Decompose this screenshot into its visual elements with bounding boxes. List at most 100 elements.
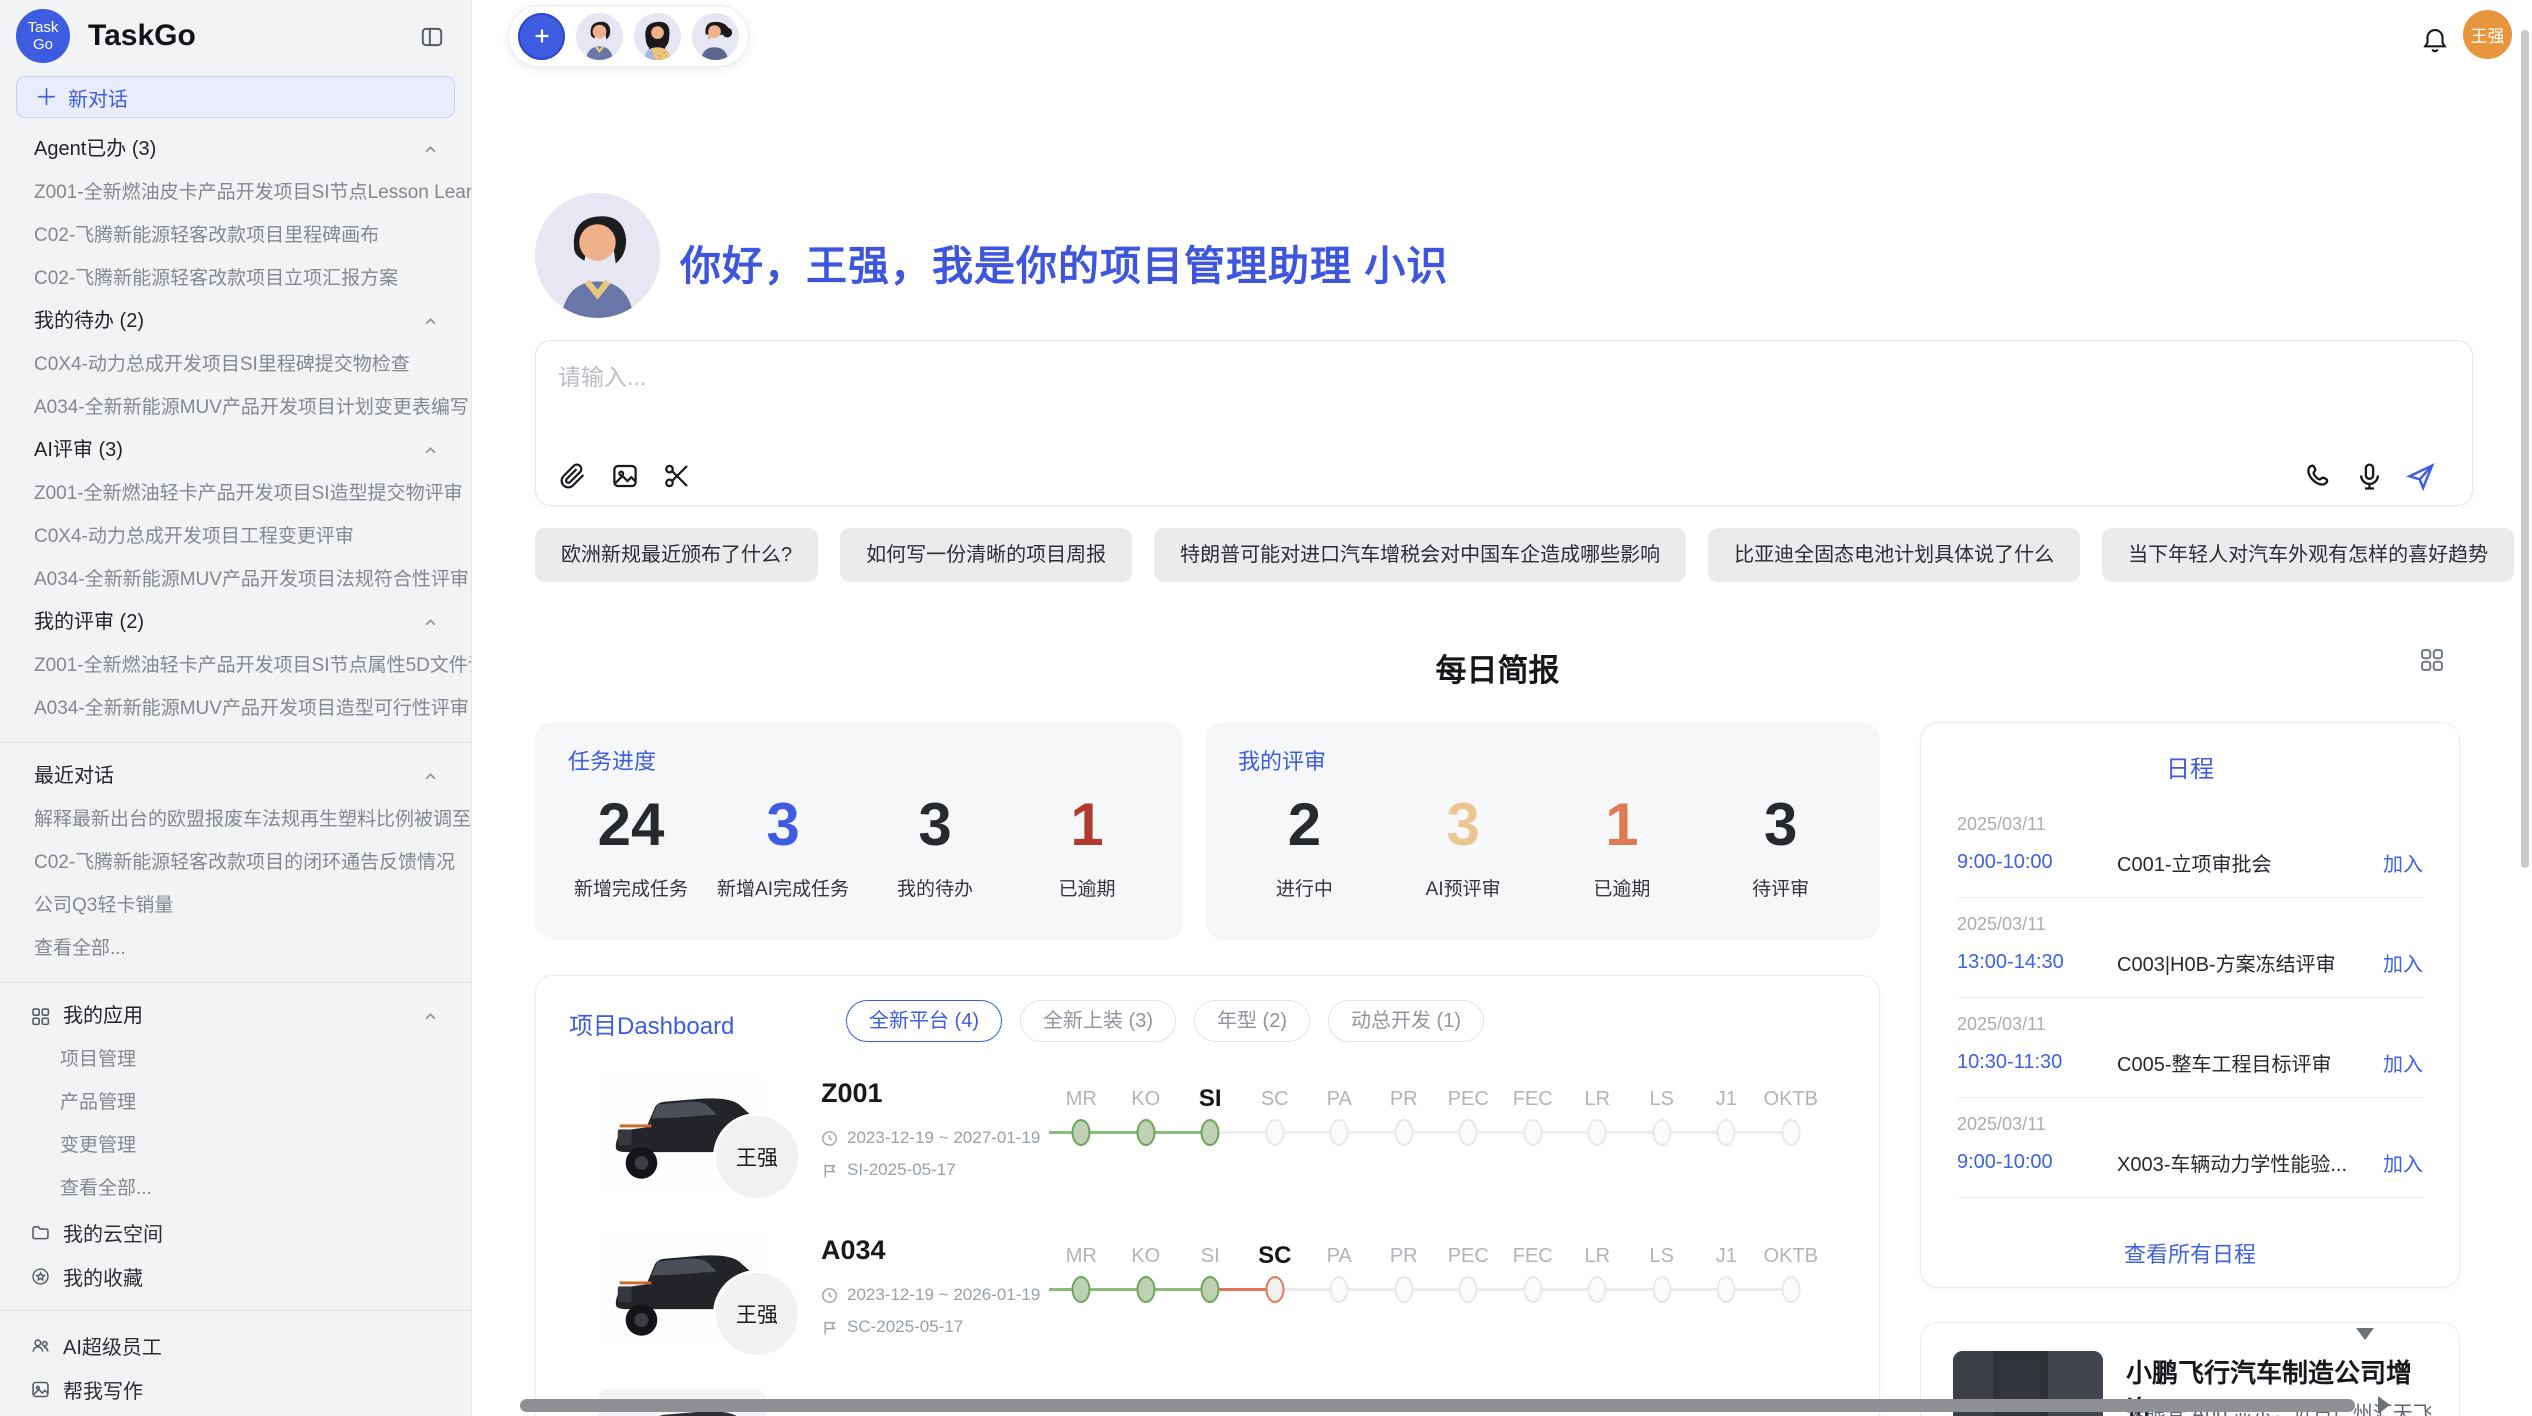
sidebar-item[interactable]: C0X4-动力总成开发项目SI里程碑提交物检查 [0, 343, 471, 386]
sidebar-item[interactable]: Z001-全新燃油轻卡产品开发项目SI造型提交物评审 [0, 472, 471, 515]
divider [0, 1310, 471, 1311]
recent-chat-item[interactable]: C02-飞腾新能源轻客改款项目的闭环通告反馈情况 [0, 841, 471, 884]
sidebar-item[interactable]: Z001-全新燃油轻卡产品开发项目SI节点属性5D文件评审 [0, 644, 471, 687]
suggestion-chip[interactable]: 如何写一份清晰的项目周报 [840, 528, 1132, 582]
scroll-down-arrow-icon[interactable] [2356, 1328, 2374, 1340]
milestone: FEC [1501, 1239, 1566, 1309]
layout-grid-icon[interactable] [2418, 646, 2446, 674]
schedule-title: 日程 [1921, 749, 2459, 784]
recent-chat-item[interactable]: 解释最新出台的欧盟报废车法规再生塑料比例被调至15%... [0, 798, 471, 841]
milestone-label: PEC [1436, 1082, 1501, 1116]
sidebar-section-my-review[interactable]: 我的评审 (2) [0, 601, 471, 644]
avatar[interactable] [576, 13, 623, 60]
microphone-icon[interactable] [2354, 461, 2385, 492]
app-item[interactable]: 项目管理 [0, 1038, 471, 1081]
join-link[interactable]: 加入 [2383, 1148, 2423, 1177]
sidebar-item-cloud-space[interactable]: 我的云空间 [0, 1210, 471, 1254]
send-icon[interactable] [2405, 461, 2436, 492]
dashboard-tab[interactable]: 年型 (2) [1194, 1000, 1310, 1042]
avatar[interactable] [634, 13, 681, 60]
milestone-node [1759, 1116, 1824, 1152]
recent-chat-item[interactable]: 公司Q3轻卡销量 [0, 884, 471, 927]
milestone: J1 [1694, 1239, 1759, 1309]
sidebar-section-my-todo[interactable]: 我的待办 (2) [0, 300, 471, 343]
divider [0, 742, 471, 743]
project-row[interactable]: 王强 A034 2023-12-19 ~ 2026-01-19 SC-2025-… [536, 1233, 1879, 1388]
sidebar-section-agent-done[interactable]: Agent已办 (3) [0, 128, 471, 171]
milestone-dot [1136, 1276, 1155, 1303]
dashboard-tab[interactable]: 动总开发 (1) [1328, 1000, 1484, 1042]
sidebar-item[interactable]: A034-全新新能源MUV产品开发项目造型可行性评审 [0, 687, 471, 730]
sidebar-item[interactable]: C02-飞腾新能源轻客改款项目里程碑画布 [0, 214, 471, 257]
user-avatar[interactable]: 王强 [2463, 10, 2512, 59]
chevron-up-icon [420, 139, 441, 160]
milestone-node [1307, 1273, 1372, 1309]
event-date: 2025/03/11 [1957, 814, 2423, 835]
milestone-node [1694, 1273, 1759, 1309]
join-link[interactable]: 加入 [2383, 948, 2423, 977]
sidebar-section-ai-review[interactable]: AI评审 (3) [0, 429, 471, 472]
sidebar-item-ai-employee[interactable]: AI超级员工 [0, 1323, 471, 1367]
phone-icon[interactable] [2303, 461, 2334, 492]
view-all-schedule-link[interactable]: 查看所有日程 [1921, 1237, 2459, 1269]
sidebar-item[interactable]: A034-全新新能源MUV产品开发项目计划变更表编写 [0, 386, 471, 429]
schedule-event: 2025/03/11 9:00-10:00 X003-车辆动力学性能验... 加… [1957, 1098, 2423, 1198]
dashboard-tab[interactable]: 全新平台 (4) [846, 1000, 1002, 1042]
star-badge-icon [30, 1266, 51, 1287]
dashboard-tab[interactable]: 全新上装 (3) [1020, 1000, 1176, 1042]
section-items: Z001-全新燃油皮卡产品开发项目SI节点Lesson Learn报告C02-飞… [0, 171, 471, 300]
horizontal-scrollbar[interactable] [520, 1399, 2355, 1412]
suggestion-chip[interactable]: 特朗普可能对进口汽车增税会对中国车企造成哪些影响 [1154, 528, 1686, 582]
scissors-icon[interactable] [662, 461, 692, 491]
notification-bell-icon[interactable] [2420, 25, 2450, 55]
join-link[interactable]: 加入 [2383, 1048, 2423, 1077]
dashboard-tabs: 全新平台 (4) 全新上装 (3) 年型 (2) 动总开发 (1) [846, 1000, 1484, 1042]
app-item[interactable]: 产品管理 [0, 1081, 471, 1124]
project-flag: SI-2025-05-17 [821, 1160, 956, 1180]
sidebar-item[interactable]: Z001-全新燃油皮卡产品开发项目SI节点Lesson Learn报告 [0, 171, 471, 214]
milestone: LR [1565, 1239, 1630, 1309]
sidebar-collapse-icon[interactable] [419, 24, 445, 50]
sidebar-item-write-helper[interactable]: 帮我写作 [0, 1367, 471, 1411]
paperclip-icon[interactable] [558, 461, 588, 491]
app-item[interactable]: 查看全部... [0, 1167, 471, 1210]
new-chat-button[interactable]: ＋ 新对话 [16, 76, 455, 118]
flag-icon [821, 1162, 838, 1179]
add-session-button[interactable] [518, 13, 565, 60]
app-item[interactable]: 变更管理 [0, 1124, 471, 1167]
milestone: PR [1372, 1082, 1437, 1152]
sidebar-item[interactable]: C0X4-动力总成开发项目工程变更评审 [0, 515, 471, 558]
event-name: C001-立项审批会 [2117, 848, 2383, 877]
suggestion-chip[interactable]: 比亚迪全固态电池计划具体说了什么 [1708, 528, 2080, 582]
project-row[interactable]: 王强 Z001 2023-12-19 ~ 2027-01-19 SI-2025-… [536, 1076, 1879, 1231]
sidebar-item[interactable]: C02-飞腾新能源轻客改款项目立项汇报方案 [0, 257, 471, 300]
recent-chat-item[interactable]: 查看全部... [0, 927, 471, 970]
scroll-right-arrow-icon[interactable] [2378, 1396, 2390, 1414]
image-icon [30, 1379, 51, 1400]
suggestion-chip[interactable]: 当下年轻人对汽车外观有怎样的喜好趋势 [2102, 528, 2514, 582]
chat-input[interactable] [558, 355, 2058, 399]
vertical-scrollbar[interactable] [2521, 30, 2529, 868]
section-title: 我的评审 (2) [34, 611, 144, 633]
suggestion-chip[interactable]: 欧洲新规最近颁布了什么? [535, 528, 818, 582]
logo-text-top: Task [28, 19, 59, 36]
milestone-label: SI [1178, 1239, 1243, 1273]
milestone-dot [1394, 1276, 1413, 1303]
stat: 1 已逾期 [1543, 784, 1702, 901]
milestone-label: MR [1049, 1239, 1114, 1273]
milestone-node [1243, 1273, 1308, 1309]
sidebar-section-recent[interactable]: 最近对话 [0, 755, 471, 798]
sidebar-item-label: 帮我写作 [63, 1375, 143, 1404]
milestone-node [1630, 1273, 1695, 1309]
avatar[interactable] [692, 13, 739, 60]
milestone-node [1501, 1273, 1566, 1309]
image-icon[interactable] [610, 461, 640, 491]
chevron-up-icon [420, 1006, 441, 1027]
milestone-label: KO [1114, 1239, 1179, 1273]
sidebar-item-creative-draw[interactable]: 创意制图 [0, 1411, 471, 1416]
join-link[interactable]: 加入 [2383, 848, 2423, 877]
milestone-label: LR [1565, 1239, 1630, 1273]
sidebar-item-favorites[interactable]: 我的收藏 [0, 1254, 471, 1298]
sidebar-section-my-apps[interactable]: 我的应用 [0, 995, 471, 1038]
sidebar-item[interactable]: A034-全新新能源MUV产品开发项目法规符合性评审 [0, 558, 471, 601]
